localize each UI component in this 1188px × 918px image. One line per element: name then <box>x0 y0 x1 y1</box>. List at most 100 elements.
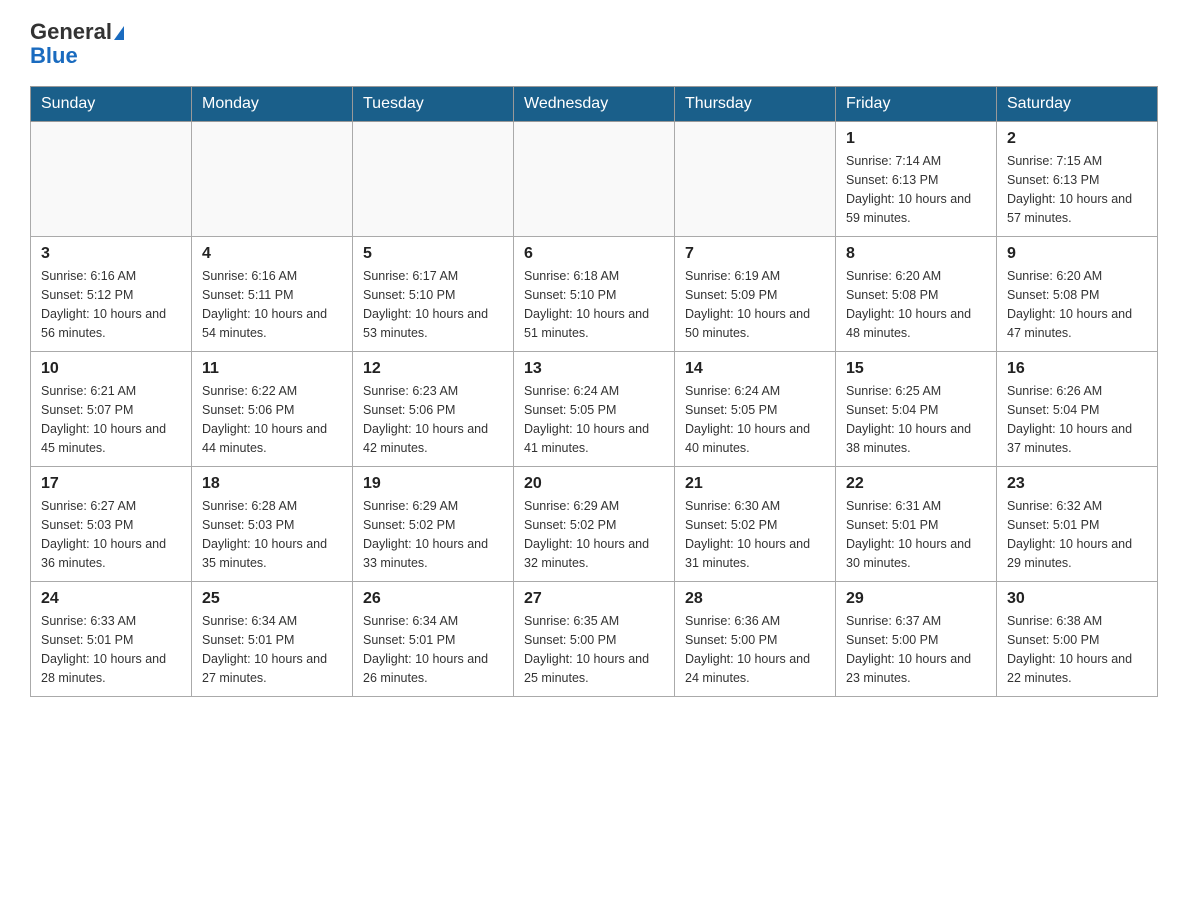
day-info: Sunrise: 6:16 AM Sunset: 5:12 PM Dayligh… <box>41 267 181 342</box>
day-info: Sunrise: 6:33 AM Sunset: 5:01 PM Dayligh… <box>41 612 181 687</box>
day-number: 5 <box>363 245 503 263</box>
day-info: Sunrise: 6:34 AM Sunset: 5:01 PM Dayligh… <box>202 612 342 687</box>
day-number: 24 <box>41 590 181 608</box>
day-info: Sunrise: 6:31 AM Sunset: 5:01 PM Dayligh… <box>846 497 986 572</box>
day-info: Sunrise: 6:34 AM Sunset: 5:01 PM Dayligh… <box>363 612 503 687</box>
day-number: 3 <box>41 245 181 263</box>
day-number: 18 <box>202 475 342 493</box>
calendar-cell: 14 Sunrise: 6:24 AM Sunset: 5:05 PM Dayli… <box>675 352 836 467</box>
day-number: 16 <box>1007 360 1147 378</box>
day-info: Sunrise: 6:20 AM Sunset: 5:08 PM Dayligh… <box>846 267 986 342</box>
day-info: Sunrise: 6:28 AM Sunset: 5:03 PM Dayligh… <box>202 497 342 572</box>
day-info: Sunrise: 6:36 AM Sunset: 5:00 PM Dayligh… <box>685 612 825 687</box>
day-number: 30 <box>1007 590 1147 608</box>
day-info: Sunrise: 6:17 AM Sunset: 5:10 PM Dayligh… <box>363 267 503 342</box>
day-info: Sunrise: 6:30 AM Sunset: 5:02 PM Dayligh… <box>685 497 825 572</box>
day-info: Sunrise: 6:18 AM Sunset: 5:10 PM Dayligh… <box>524 267 664 342</box>
day-number: 15 <box>846 360 986 378</box>
calendar-cell: 25 Sunrise: 6:34 AM Sunset: 5:01 PM Dayli… <box>192 582 353 697</box>
calendar-week-row: 3 Sunrise: 6:16 AM Sunset: 5:12 PM Daylig… <box>31 237 1158 352</box>
day-number: 8 <box>846 245 986 263</box>
calendar-cell: 29 Sunrise: 6:37 AM Sunset: 5:00 PM Dayli… <box>836 582 997 697</box>
day-number: 6 <box>524 245 664 263</box>
calendar-header-row: SundayMondayTuesdayWednesdayThursdayFrid… <box>31 87 1158 122</box>
calendar-cell: 12Sunrise: 6:23 AM Sunset: 5:06 PM Dayli… <box>353 352 514 467</box>
calendar-cell: 10 Sunrise: 6:21 AM Sunset: 5:07 PM Dayli… <box>31 352 192 467</box>
calendar-cell: 9 Sunrise: 6:20 AM Sunset: 5:08 PM Daylig… <box>997 237 1158 352</box>
calendar-cell: 7 Sunrise: 6:19 AM Sunset: 5:09 PM Daylig… <box>675 237 836 352</box>
calendar-cell: 4Sunrise: 6:16 AM Sunset: 5:11 PM Daylig… <box>192 237 353 352</box>
calendar-week-row: 17Sunrise: 6:27 AM Sunset: 5:03 PM Dayli… <box>31 467 1158 582</box>
day-info: Sunrise: 6:19 AM Sunset: 5:09 PM Dayligh… <box>685 267 825 342</box>
calendar-cell: 26 Sunrise: 6:34 AM Sunset: 5:01 PM Dayli… <box>353 582 514 697</box>
day-info: Sunrise: 7:15 AM Sunset: 6:13 PM Dayligh… <box>1007 152 1147 227</box>
calendar-cell: 23 Sunrise: 6:32 AM Sunset: 5:01 PM Dayli… <box>997 467 1158 582</box>
day-number: 7 <box>685 245 825 263</box>
calendar-cell: 18 Sunrise: 6:28 AM Sunset: 5:03 PM Dayli… <box>192 467 353 582</box>
calendar-cell: 3 Sunrise: 6:16 AM Sunset: 5:12 PM Daylig… <box>31 237 192 352</box>
day-number: 12 <box>363 360 503 378</box>
calendar-cell: 28 Sunrise: 6:36 AM Sunset: 5:00 PM Dayli… <box>675 582 836 697</box>
day-of-week-header: Friday <box>836 87 997 122</box>
day-info: Sunrise: 6:22 AM Sunset: 5:06 PM Dayligh… <box>202 382 342 457</box>
day-number: 22 <box>846 475 986 493</box>
logo-triangle-icon <box>114 26 124 40</box>
day-info: Sunrise: 6:21 AM Sunset: 5:07 PM Dayligh… <box>41 382 181 457</box>
day-number: 25 <box>202 590 342 608</box>
day-info: Sunrise: 6:24 AM Sunset: 5:05 PM Dayligh… <box>524 382 664 457</box>
calendar-cell <box>353 122 514 237</box>
day-info: Sunrise: 6:27 AM Sunset: 5:03 PM Dayligh… <box>41 497 181 572</box>
day-of-week-header: Saturday <box>997 87 1158 122</box>
day-info: Sunrise: 6:29 AM Sunset: 5:02 PM Dayligh… <box>363 497 503 572</box>
day-of-week-header: Monday <box>192 87 353 122</box>
day-info: Sunrise: 6:24 AM Sunset: 5:05 PM Dayligh… <box>685 382 825 457</box>
calendar-cell: 17Sunrise: 6:27 AM Sunset: 5:03 PM Dayli… <box>31 467 192 582</box>
calendar-cell: 2 Sunrise: 7:15 AM Sunset: 6:13 PM Daylig… <box>997 122 1158 237</box>
day-of-week-header: Thursday <box>675 87 836 122</box>
day-number: 11 <box>202 360 342 378</box>
calendar-cell: 8 Sunrise: 6:20 AM Sunset: 5:08 PM Daylig… <box>836 237 997 352</box>
day-info: Sunrise: 7:14 AM Sunset: 6:13 PM Dayligh… <box>846 152 986 227</box>
day-info: Sunrise: 6:32 AM Sunset: 5:01 PM Dayligh… <box>1007 497 1147 572</box>
day-info: Sunrise: 6:20 AM Sunset: 5:08 PM Dayligh… <box>1007 267 1147 342</box>
day-number: 4 <box>202 245 342 263</box>
calendar-cell: 27Sunrise: 6:35 AM Sunset: 5:00 PM Dayli… <box>514 582 675 697</box>
calendar-week-row: 10 Sunrise: 6:21 AM Sunset: 5:07 PM Dayli… <box>31 352 1158 467</box>
day-of-week-header: Sunday <box>31 87 192 122</box>
calendar-cell: 5 Sunrise: 6:17 AM Sunset: 5:10 PM Daylig… <box>353 237 514 352</box>
day-number: 23 <box>1007 475 1147 493</box>
calendar-table: SundayMondayTuesdayWednesdayThursdayFrid… <box>30 86 1158 697</box>
day-info: Sunrise: 6:25 AM Sunset: 5:04 PM Dayligh… <box>846 382 986 457</box>
day-number: 29 <box>846 590 986 608</box>
day-info: Sunrise: 6:37 AM Sunset: 5:00 PM Dayligh… <box>846 612 986 687</box>
day-number: 1 <box>846 130 986 148</box>
logo: GeneralBlue <box>30 20 124 68</box>
day-number: 9 <box>1007 245 1147 263</box>
calendar-cell <box>31 122 192 237</box>
day-number: 14 <box>685 360 825 378</box>
calendar-cell: 11 Sunrise: 6:22 AM Sunset: 5:06 PM Dayli… <box>192 352 353 467</box>
day-number: 28 <box>685 590 825 608</box>
day-number: 2 <box>1007 130 1147 148</box>
day-number: 21 <box>685 475 825 493</box>
calendar-cell: 24 Sunrise: 6:33 AM Sunset: 5:01 PM Dayli… <box>31 582 192 697</box>
day-number: 10 <box>41 360 181 378</box>
day-number: 27 <box>524 590 664 608</box>
calendar-cell: 22 Sunrise: 6:31 AM Sunset: 5:01 PM Dayli… <box>836 467 997 582</box>
day-info: Sunrise: 6:38 AM Sunset: 5:00 PM Dayligh… <box>1007 612 1147 687</box>
calendar-cell <box>514 122 675 237</box>
day-number: 13 <box>524 360 664 378</box>
calendar-week-row: 24 Sunrise: 6:33 AM Sunset: 5:01 PM Dayli… <box>31 582 1158 697</box>
logo-text: GeneralBlue <box>30 20 124 68</box>
calendar-cell: 20Sunrise: 6:29 AM Sunset: 5:02 PM Dayli… <box>514 467 675 582</box>
day-info: Sunrise: 6:29 AM Sunset: 5:02 PM Dayligh… <box>524 497 664 572</box>
calendar-cell: 21 Sunrise: 6:30 AM Sunset: 5:02 PM Dayli… <box>675 467 836 582</box>
calendar-cell: 15 Sunrise: 6:25 AM Sunset: 5:04 PM Dayli… <box>836 352 997 467</box>
day-number: 26 <box>363 590 503 608</box>
day-info: Sunrise: 6:26 AM Sunset: 5:04 PM Dayligh… <box>1007 382 1147 457</box>
calendar-cell: 30 Sunrise: 6:38 AM Sunset: 5:00 PM Dayli… <box>997 582 1158 697</box>
calendar-cell: 1 Sunrise: 7:14 AM Sunset: 6:13 PM Daylig… <box>836 122 997 237</box>
day-of-week-header: Tuesday <box>353 87 514 122</box>
calendar-cell: 6 Sunrise: 6:18 AM Sunset: 5:10 PM Daylig… <box>514 237 675 352</box>
calendar-week-row: 1 Sunrise: 7:14 AM Sunset: 6:13 PM Daylig… <box>31 122 1158 237</box>
